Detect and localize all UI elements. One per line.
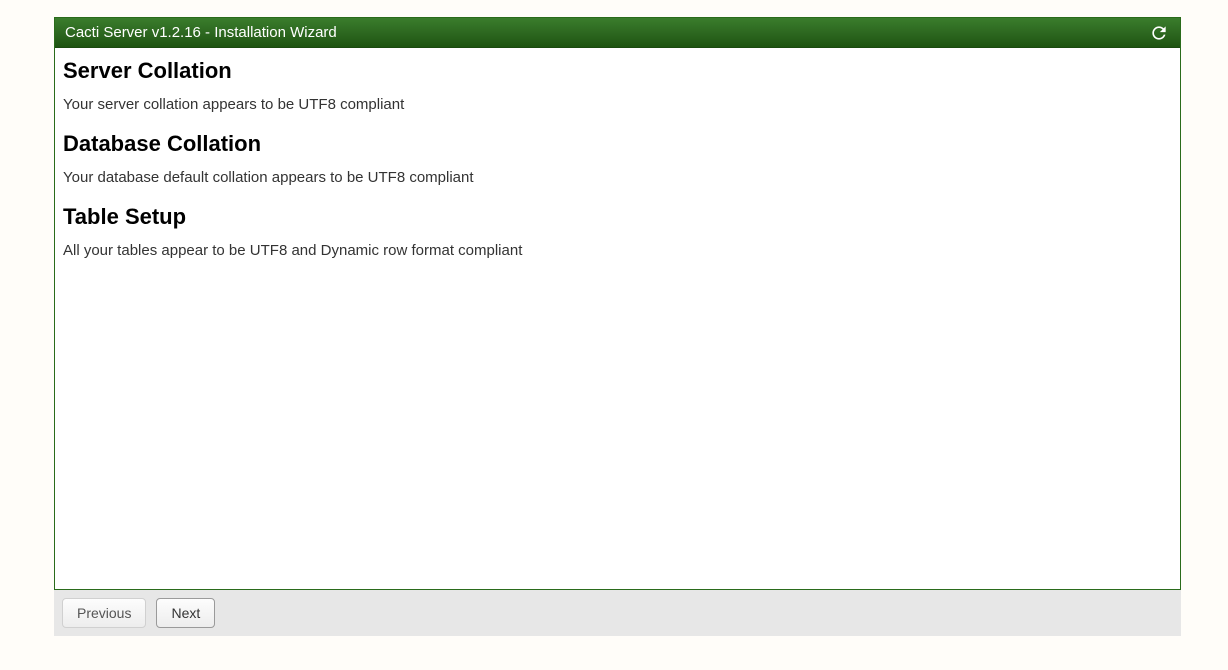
table-setup-heading: Table Setup bbox=[63, 204, 1172, 230]
wizard-title: Cacti Server v1.2.16 - Installation Wiza… bbox=[65, 24, 337, 41]
wizard-body: Server Collation Your server collation a… bbox=[55, 48, 1180, 589]
refresh-icon[interactable] bbox=[1148, 22, 1170, 44]
next-button[interactable]: Next bbox=[156, 598, 215, 628]
database-collation-heading: Database Collation bbox=[63, 131, 1172, 157]
server-collation-heading: Server Collation bbox=[63, 58, 1172, 84]
database-collation-text: Your database default collation appears … bbox=[63, 169, 1172, 186]
server-collation-text: Your server collation appears to be UTF8… bbox=[63, 96, 1172, 113]
wizard-container: Cacti Server v1.2.16 - Installation Wiza… bbox=[54, 17, 1181, 590]
previous-button[interactable]: Previous bbox=[62, 598, 146, 628]
table-setup-text: All your tables appear to be UTF8 and Dy… bbox=[63, 242, 1172, 259]
wizard-header: Cacti Server v1.2.16 - Installation Wiza… bbox=[55, 18, 1180, 48]
wizard-footer: Previous Next bbox=[54, 590, 1181, 636]
